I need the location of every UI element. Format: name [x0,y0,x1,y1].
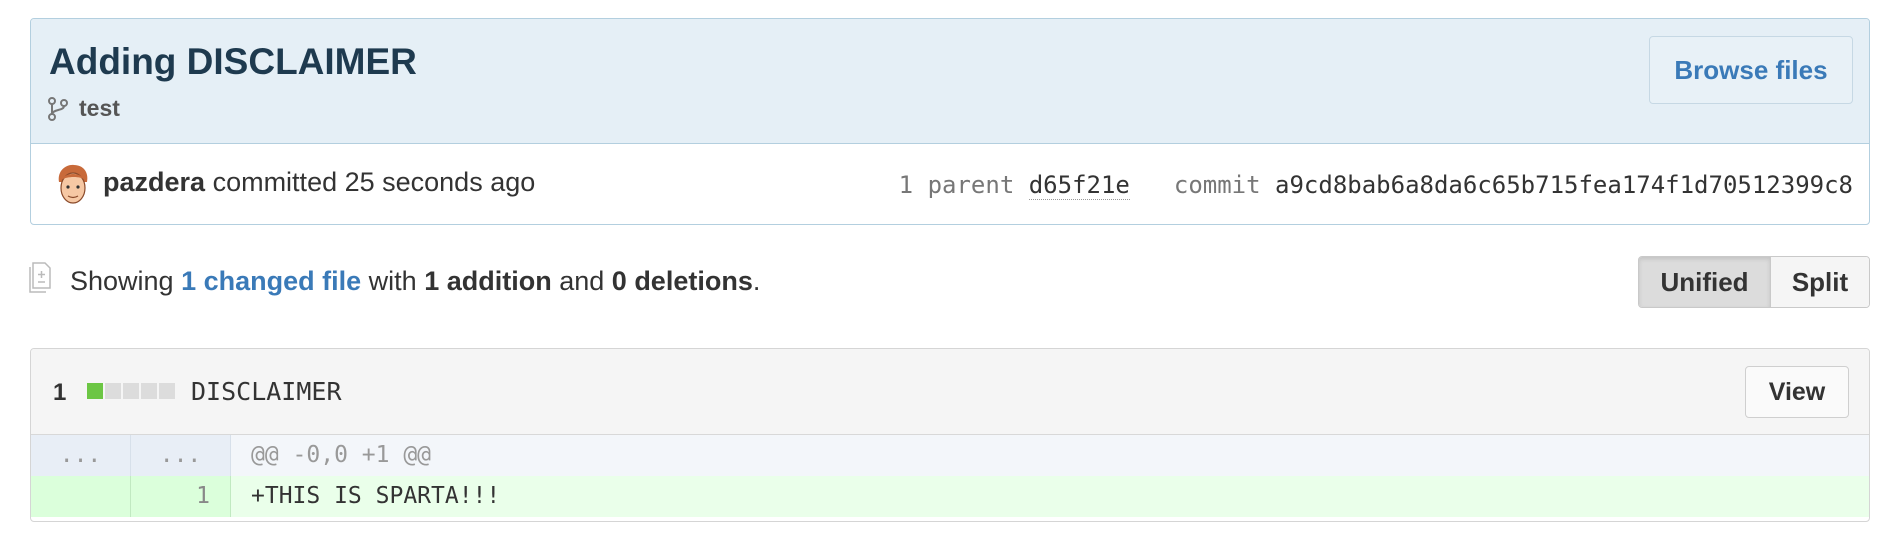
toc-with: with [368,266,417,296]
diffstat-block [87,383,103,399]
toc-period: . [752,266,761,296]
split-button[interactable]: Split [1771,257,1869,307]
new-line-number[interactable]: ... [131,435,231,476]
file-diff-icon [28,262,54,294]
commit-box: Adding DISCLAIMER test Browse files pazd… [30,18,1870,225]
additions-count: 1 addition [424,266,552,296]
diffstat-block [159,383,175,399]
hunk-header: @@ -0,0 +1 @@ [231,435,1869,476]
toc-showing: Showing [70,266,174,296]
parent-label: 1 parent [898,171,1015,199]
file-header: 1 DISCLAIMER View [31,349,1869,435]
commit-label: commit [1173,171,1261,199]
diffstat [87,383,175,399]
branch-name[interactable]: test [79,95,120,122]
new-line-number[interactable]: 1 [131,476,231,517]
commit-action-text: committed 25 seconds ago [212,167,536,197]
changed-files-link[interactable]: 1 changed file [181,266,361,296]
toc-and: and [559,266,605,296]
diffstat-block [105,383,121,399]
unified-button[interactable]: Unified [1639,257,1771,307]
diff-line-added: 1 +THIS IS SPARTA!!! [31,476,1869,517]
file-diff: 1 DISCLAIMER View ... ... @@ -0,0 +1 @@ … [30,348,1870,522]
diffstat-block [123,383,139,399]
commit-header: Adding DISCLAIMER test Browse files [31,19,1869,144]
file-change-count: 1 [53,379,67,406]
deletions-count: 0 deletions [611,266,753,296]
view-file-button[interactable]: View [1745,366,1849,418]
commit-sha: a9cd8bab6a8da6c65b715fea174f1d70512399c8 [1275,171,1853,199]
sha-block: 1 parent d65f21e commit a9cd8bab6a8da6c6… [899,171,1853,200]
toc-bar: Showing 1 changed file with 1 addition a… [28,256,1870,312]
toc-summary: Showing 1 changed file with 1 addition a… [70,266,760,297]
commit-meta: pazdera committed 25 seconds ago 1 paren… [31,144,1869,224]
old-line-number[interactable] [31,476,131,517]
parent-sha-link[interactable]: d65f21e [1028,171,1130,200]
author-line: pazdera committed 25 seconds ago [103,167,535,198]
browse-files-button[interactable]: Browse files [1649,36,1853,104]
branch-indicator: test [47,95,120,122]
diff-line-text: +THIS IS SPARTA!!! [231,476,1869,517]
file-name[interactable]: DISCLAIMER [191,377,342,406]
hunk-row: ... ... @@ -0,0 +1 @@ [31,435,1869,476]
avatar[interactable] [55,164,91,206]
commit-title: Adding DISCLAIMER [49,41,417,82]
branch-icon [47,96,69,122]
diff-view-toggle: Unified Split [1638,256,1870,308]
diffstat-block [141,383,157,399]
old-line-number[interactable]: ... [31,435,131,476]
author-name[interactable]: pazdera [103,167,205,197]
